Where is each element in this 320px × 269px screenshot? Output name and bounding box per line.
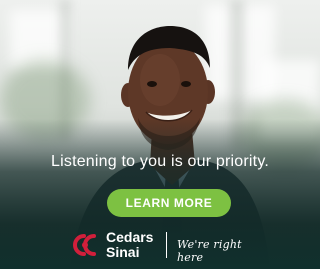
ad-banner[interactable]: Listening to you is our priority. LEARN … (0, 0, 320, 269)
ad-headline: Listening to you is our priority. (51, 153, 269, 170)
cedars-sinai-logo-icon (70, 232, 104, 258)
brand-lockup[interactable]: Cedars Sinai We're right here (70, 228, 260, 264)
brand-name: Cedars Sinai (106, 230, 153, 260)
brand-name-line2: Sinai (106, 244, 140, 260)
brand-name-line1: Cedars (106, 229, 154, 245)
brand-divider (166, 232, 167, 258)
brand-tagline: We're right here (177, 238, 242, 264)
learn-more-button[interactable]: LEARN MORE (107, 189, 231, 217)
